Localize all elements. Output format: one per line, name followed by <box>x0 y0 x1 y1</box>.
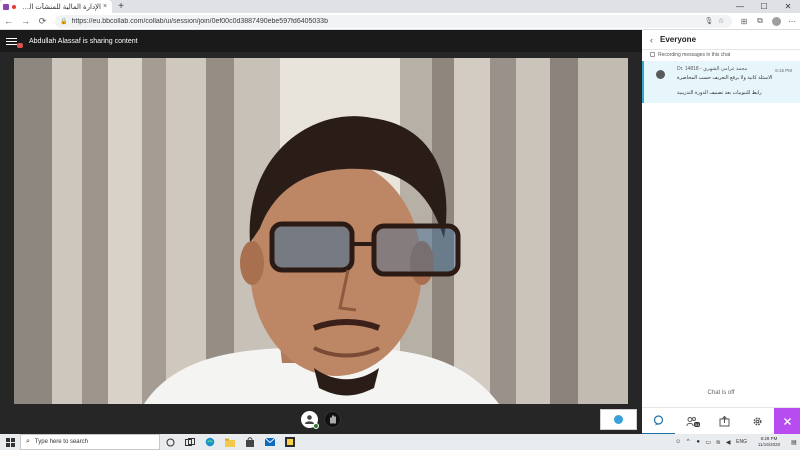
message-time: 6:15 PM <box>775 68 792 73</box>
edge-browser-icon[interactable] <box>200 434 220 450</box>
microphone-icon[interactable]: 🎙 <box>703 17 715 25</box>
wifi-icon[interactable]: ≋ <box>713 439 723 446</box>
chat-off-notice: Chat is off <box>707 390 735 396</box>
share-icon <box>719 415 730 426</box>
file-explorer-icon[interactable] <box>220 434 240 450</box>
star-icon[interactable]: ☆ <box>715 17 727 25</box>
tab-chat[interactable] <box>642 408 675 435</box>
task-view-icon[interactable] <box>180 434 200 450</box>
attendee-count-badge: 54 <box>694 421 701 427</box>
mail-icon[interactable] <box>260 434 280 450</box>
panel-footer-tabs: 54 <box>642 407 800 435</box>
notifications-icon[interactable]: ▤ <box>788 439 800 446</box>
microphone-tray-icon[interactable]: ● <box>693 439 703 445</box>
chevron-up-icon[interactable]: ^ <box>683 439 693 445</box>
stage-header: Abdullah Alassaf is sharing content <box>0 30 642 52</box>
minimize-button[interactable]: — <box>728 0 752 13</box>
tab-attendees[interactable]: 54 <box>675 408 708 435</box>
search-placeholder: Type here to search <box>34 439 88 445</box>
language-indicator[interactable]: ENG <box>736 439 747 445</box>
browser-toolbar: ← → ⟳ 🔒 https://eu.bbcollab.com/collab/u… <box>0 13 800 30</box>
clock-date: 11/16/2020 <box>757 442 781 447</box>
back-button[interactable]: ← <box>0 13 17 30</box>
taskbar-search-input[interactable]: ⌕ Type here to search <box>20 434 160 450</box>
reload-button[interactable]: ⟳ <box>34 13 51 30</box>
gear-icon <box>753 416 762 426</box>
close-window-button[interactable]: ✕ <box>776 0 800 13</box>
forward-button[interactable]: → <box>17 13 34 30</box>
message-line-2: رايط للتبويبات بعد تصنيف الدورة التدريبي… <box>677 90 762 96</box>
close-panel-button[interactable] <box>774 407 800 435</box>
start-button[interactable] <box>0 434 20 450</box>
sharing-status: Abdullah Alassaf is sharing content <box>29 37 138 45</box>
maximize-button[interactable]: ☐ <box>752 0 776 13</box>
sticky-notes-icon[interactable] <box>280 434 300 450</box>
chat-panel: ‹ Everyone Recording messages in this ch… <box>642 30 800 435</box>
back-chevron-icon[interactable]: ‹ <box>650 35 653 45</box>
recording-indicator-icon <box>12 4 16 9</box>
people-icon[interactable]: ☺ <box>673 439 683 445</box>
menu-badge-icon <box>17 43 23 48</box>
shared-video <box>14 58 628 404</box>
message-author: Dr. 14818 - محمد غرامي الشهري <box>677 66 748 72</box>
search-icon: ⌕ <box>26 438 30 445</box>
session-stage: Abdullah Alassaf is sharing content <box>0 30 642 434</box>
browser-tab[interactable]: الإدارة المالية للمنشآت الصحية × <box>0 0 112 13</box>
collaborate-favicon-icon <box>3 3 9 10</box>
recording-note: Recording messages in this chat <box>642 50 800 59</box>
taskbar-clock[interactable]: 6:28 PM 11/16/2020 <box>750 436 788 448</box>
tab-title: الإدارة المالية للمنشآت الصحية <box>19 3 101 11</box>
windows-logo-icon <box>5 437 15 447</box>
presenter-figure <box>144 116 499 404</box>
chat-bubble-icon <box>653 414 664 425</box>
tab-close-button[interactable]: × <box>101 3 109 10</box>
profile-avatar[interactable] <box>768 13 784 30</box>
volume-icon[interactable]: ◀ <box>723 439 733 446</box>
extensions-icon[interactable]: ⊞ <box>736 13 752 30</box>
battery-icon[interactable]: ▭ <box>703 439 713 446</box>
chat-message: Dr. 14818 - محمد غرامي الشهري 6:15 PM ال… <box>642 61 800 103</box>
lock-icon: 🔒 <box>60 18 68 25</box>
stage-controls <box>0 404 642 434</box>
cortana-icon[interactable] <box>160 434 180 450</box>
address-bar[interactable]: 🔒 https://eu.bbcollab.com/collab/ui/sess… <box>55 14 732 28</box>
status-ok-icon <box>313 422 319 429</box>
close-icon <box>783 417 791 425</box>
chat-title: Everyone <box>660 35 697 44</box>
tab-settings[interactable] <box>741 408 774 435</box>
tab-share-content[interactable] <box>708 408 741 435</box>
self-view-thumbnail[interactable] <box>600 409 637 430</box>
browser-tab-strip: الإدارة المالية للمنشآت الصحية × + — ☐ ✕ <box>0 0 800 13</box>
collections-icon[interactable]: ⧉ <box>752 13 768 30</box>
camera-preview-icon <box>614 415 623 424</box>
recording-note-icon <box>650 52 655 57</box>
store-icon[interactable] <box>240 434 260 450</box>
window-controls: — ☐ ✕ <box>728 0 800 13</box>
my-status-button[interactable] <box>301 410 319 429</box>
avatar <box>656 70 665 79</box>
session-menu-button[interactable] <box>0 30 23 52</box>
url-text: https://eu.bbcollab.com/collab/ui/sessio… <box>71 17 328 25</box>
new-tab-button[interactable]: + <box>115 1 127 12</box>
recording-note-text: Recording messages in this chat <box>658 51 731 58</box>
browser-menu-icon[interactable]: ⋯ <box>784 13 800 30</box>
system-tray: ☺ ^ ● ▭ ≋ ◀ ENG 6:28 PM 11/16/2020 ▤ <box>673 434 800 450</box>
hand-icon <box>329 415 336 424</box>
raise-hand-button[interactable] <box>324 410 341 428</box>
message-line-1: الاسئلة كانية ولا برفع التعريف حسب المحا… <box>677 75 773 81</box>
os-taskbar: ⌕ Type here to search ☺ ^ ● ▭ ≋ ◀ ENG 6:… <box>0 434 800 450</box>
chat-header: ‹ Everyone <box>642 30 800 50</box>
